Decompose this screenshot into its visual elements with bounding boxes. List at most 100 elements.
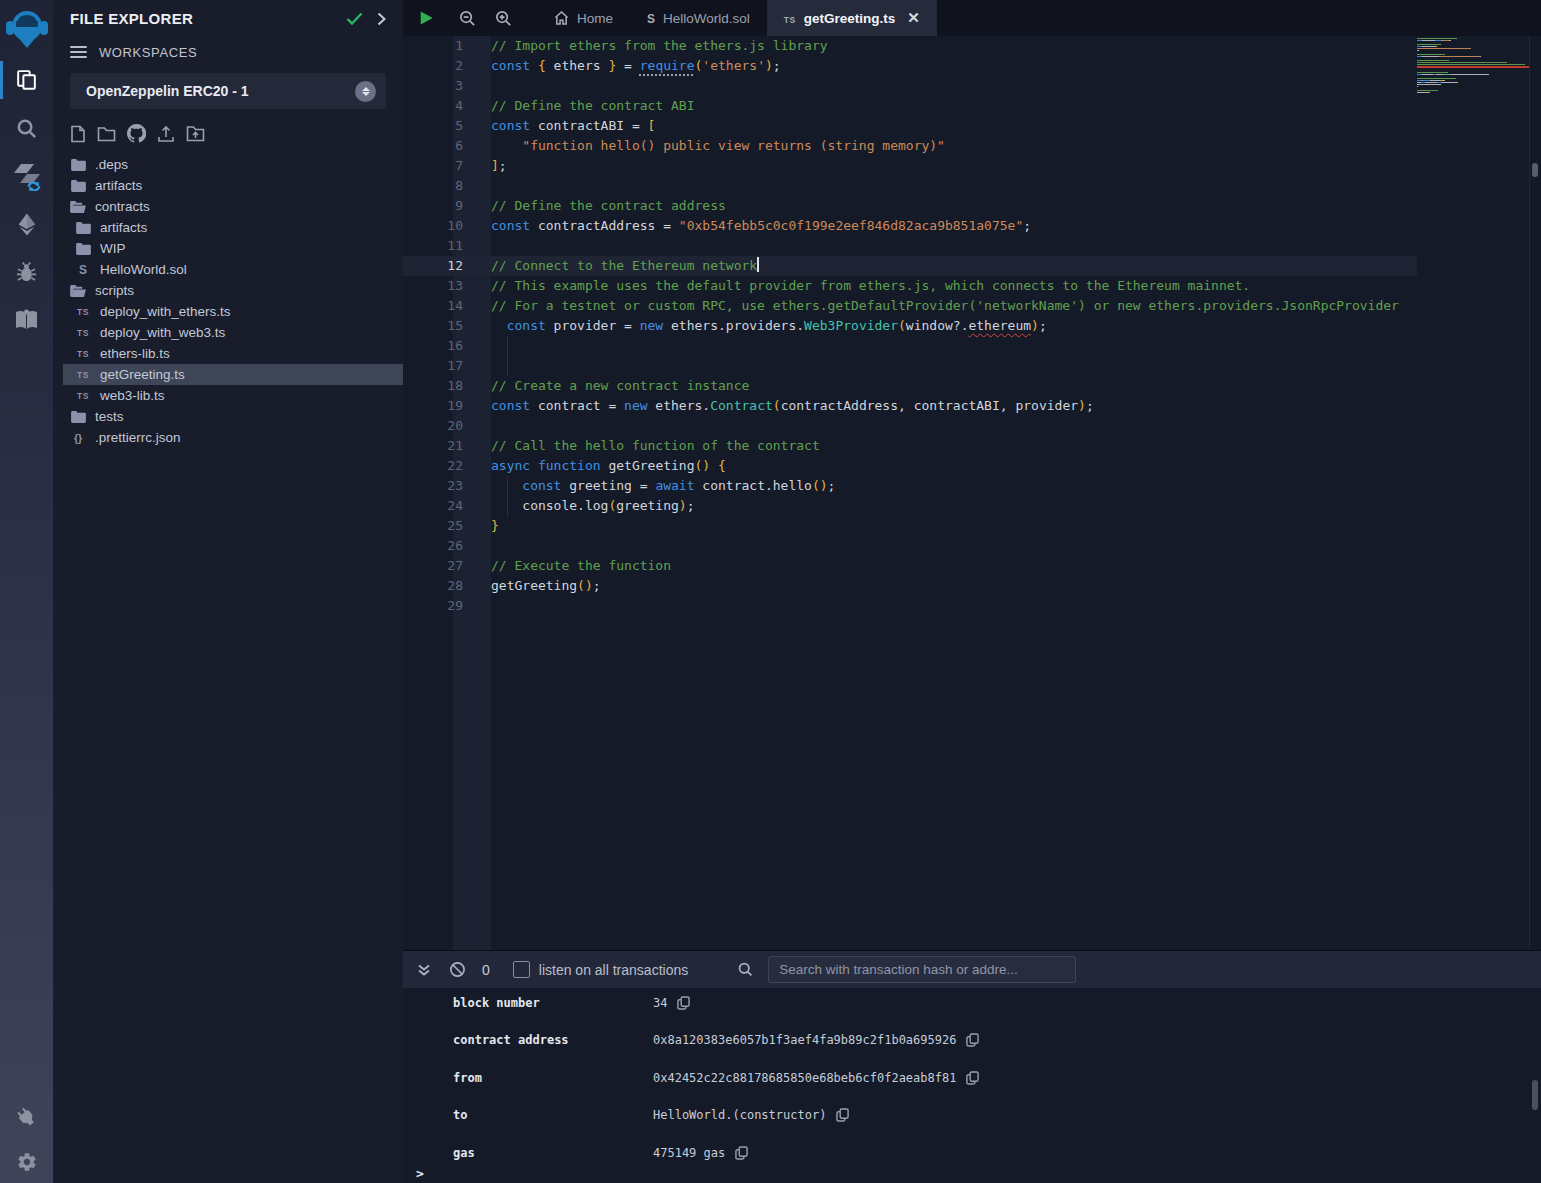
sidebar-item-solidity-compiler[interactable] — [0, 152, 53, 200]
tree-item-label: .deps — [95, 157, 128, 172]
tree-item-web3-lib-ts[interactable]: TS web3-lib.ts — [53, 385, 403, 406]
check-icon[interactable] — [346, 12, 363, 25]
line-number: 9 — [403, 196, 463, 216]
terminal-scrollbar-thumb[interactable] — [1532, 1080, 1538, 1110]
new-file-icon[interactable] — [70, 125, 86, 143]
line-number: 20 — [403, 416, 463, 436]
run-script-button[interactable] — [403, 0, 449, 36]
tree-item-helloworld-sol[interactable]: SHelloWorld.sol — [53, 259, 403, 280]
copy-icon[interactable] — [735, 1146, 748, 1160]
tree-item-wip[interactable]: WIP — [53, 238, 403, 259]
close-tab-icon[interactable]: ✕ — [907, 9, 920, 27]
panel-title: FILE EXPLORER — [70, 10, 346, 27]
code-line-5: 5const contractABI = [ — [403, 116, 1417, 136]
tree-item-contracts[interactable]: contracts — [53, 196, 403, 217]
terminal-search-input[interactable]: Search with transaction hash or addre... — [768, 956, 1076, 983]
sidebar-item-debugger[interactable] — [0, 248, 53, 296]
tree-item-label: web3-lib.ts — [100, 388, 165, 403]
line-number: 15 — [403, 316, 463, 336]
terminal-search-icon — [737, 961, 754, 978]
line-number: 12 — [403, 256, 463, 276]
line-number: 7 — [403, 156, 463, 176]
new-folder-icon[interactable] — [97, 126, 116, 142]
editor-scrollbar[interactable] — [1529, 36, 1541, 950]
tree-item-deploy-with-ethers-ts[interactable]: TSdeploy_with_ethers.ts — [53, 301, 403, 322]
line-number: 19 — [403, 396, 463, 416]
folder-open-icon — [70, 285, 86, 297]
tx-detail-value: HelloWorld.(constructor) — [653, 1108, 826, 1122]
tx-detail-value: 34 — [653, 996, 667, 1010]
code-line-7: 7]; — [403, 156, 1417, 176]
tx-detail-value: 0x42452c22c88178685850e68beb6cf0f2aeab8f… — [653, 1071, 956, 1085]
tree-item-scripts[interactable]: scripts — [53, 280, 403, 301]
code-line-15: 15 const provider = new ethers.providers… — [403, 316, 1417, 336]
tree-item--deps[interactable]: .deps — [53, 154, 403, 175]
tree-item--prettierrc-json[interactable]: {}.prettierrc.json — [53, 427, 403, 448]
tree-item-label: tests — [95, 409, 124, 424]
tree-item-deploy-with-web3-ts[interactable]: TSdeploy_with_web3.ts — [53, 322, 403, 343]
ts-icon: TS — [75, 391, 91, 401]
line-number: 5 — [403, 116, 463, 136]
copy-icon[interactable] — [677, 996, 690, 1010]
code-line-4: 4// Define the contract ABI — [403, 96, 1417, 116]
line-number: 29 — [403, 596, 463, 616]
tree-item-label: contracts — [95, 199, 150, 214]
tree-item-label: artifacts — [95, 178, 142, 193]
upload-file-icon[interactable] — [157, 125, 175, 143]
line-number: 10 — [403, 216, 463, 236]
code-line-29: 29 — [403, 596, 1417, 616]
sidebar-item-file-explorer[interactable] — [0, 56, 53, 104]
tx-detail-label: gas — [453, 1146, 475, 1160]
line-number: 4 — [403, 96, 463, 116]
tree-item-getgreeting-ts[interactable]: TSgetGreeting.ts — [53, 364, 403, 385]
ts-icon: TS — [75, 328, 91, 338]
tx-detail-value: 475149 gas — [653, 1146, 725, 1160]
terminal-prompt[interactable]: > — [416, 1166, 424, 1181]
zoom-in-icon[interactable] — [485, 0, 521, 36]
line-number: 21 — [403, 436, 463, 456]
workspace-select[interactable]: OpenZeppelin ERC20 - 1 — [70, 73, 386, 109]
tab-home[interactable]: Home — [537, 0, 630, 36]
copy-icon[interactable] — [966, 1033, 979, 1047]
code-line-1: 1// Import ethers from the ethers.js lib… — [403, 36, 1417, 56]
editor-scrollbar-thumb[interactable] — [1532, 163, 1538, 177]
code-line-17: 17 — [403, 356, 1417, 376]
copy-icon[interactable] — [836, 1108, 849, 1122]
tree-item-tests[interactable]: tests — [53, 406, 403, 427]
workspaces-label: WORKSPACES — [99, 45, 197, 60]
sidebar-item-deploy-run[interactable] — [0, 200, 53, 248]
tab-bar: HomeSHelloWorld.solTSgetGreeting.ts✕ — [403, 0, 1541, 36]
tab-getgreeting-ts[interactable]: TSgetGreeting.ts✕ — [767, 0, 937, 36]
clear-console-icon[interactable] — [449, 961, 466, 978]
sidebar-item-search[interactable] — [0, 104, 53, 152]
listen-transactions-checkbox[interactable] — [513, 961, 530, 978]
tree-item-ethers-lib-ts[interactable]: TSethers-lib.ts — [53, 343, 403, 364]
sidebar-item-learneth[interactable] — [0, 296, 53, 344]
upload-folder-icon[interactable] — [186, 125, 205, 142]
github-icon[interactable] — [127, 124, 146, 143]
code-line-20: 20 — [403, 416, 1417, 436]
tree-item-label: artifacts — [100, 220, 147, 235]
zoom-out-icon[interactable] — [449, 0, 485, 36]
listen-transactions-label: listen on all transactions — [539, 962, 688, 978]
chevron-right-icon[interactable] — [377, 12, 386, 26]
workspaces-menu-icon[interactable] — [70, 43, 87, 61]
line-number: 16 — [403, 336, 463, 356]
sidebar-item-settings[interactable] — [0, 1141, 53, 1183]
copy-icon[interactable] — [966, 1071, 979, 1085]
solidity-icon: S — [647, 11, 655, 26]
tree-item-artifacts[interactable]: artifacts — [53, 175, 403, 196]
workspace-select-toggle-icon[interactable] — [355, 81, 376, 102]
code-line-24: 24 console.log(greeting); — [403, 496, 1417, 516]
remix-logo[interactable] — [0, 0, 53, 56]
sidebar-item-plugin-manager[interactable] — [0, 1093, 53, 1141]
line-number: 22 — [403, 456, 463, 476]
tab-helloworld-sol[interactable]: SHelloWorld.sol — [630, 0, 767, 36]
collapse-terminal-icon[interactable] — [416, 962, 432, 978]
line-number: 8 — [403, 176, 463, 196]
tab-label: getGreeting.ts — [804, 11, 896, 26]
editor-pane: HomeSHelloWorld.solTSgetGreeting.ts✕ 1//… — [403, 0, 1541, 1183]
code-line-6: 6 "function hello() public view returns … — [403, 136, 1417, 156]
code-editor[interactable]: 1// Import ethers from the ethers.js lib… — [403, 36, 1541, 950]
tree-item-artifacts[interactable]: artifacts — [53, 217, 403, 238]
